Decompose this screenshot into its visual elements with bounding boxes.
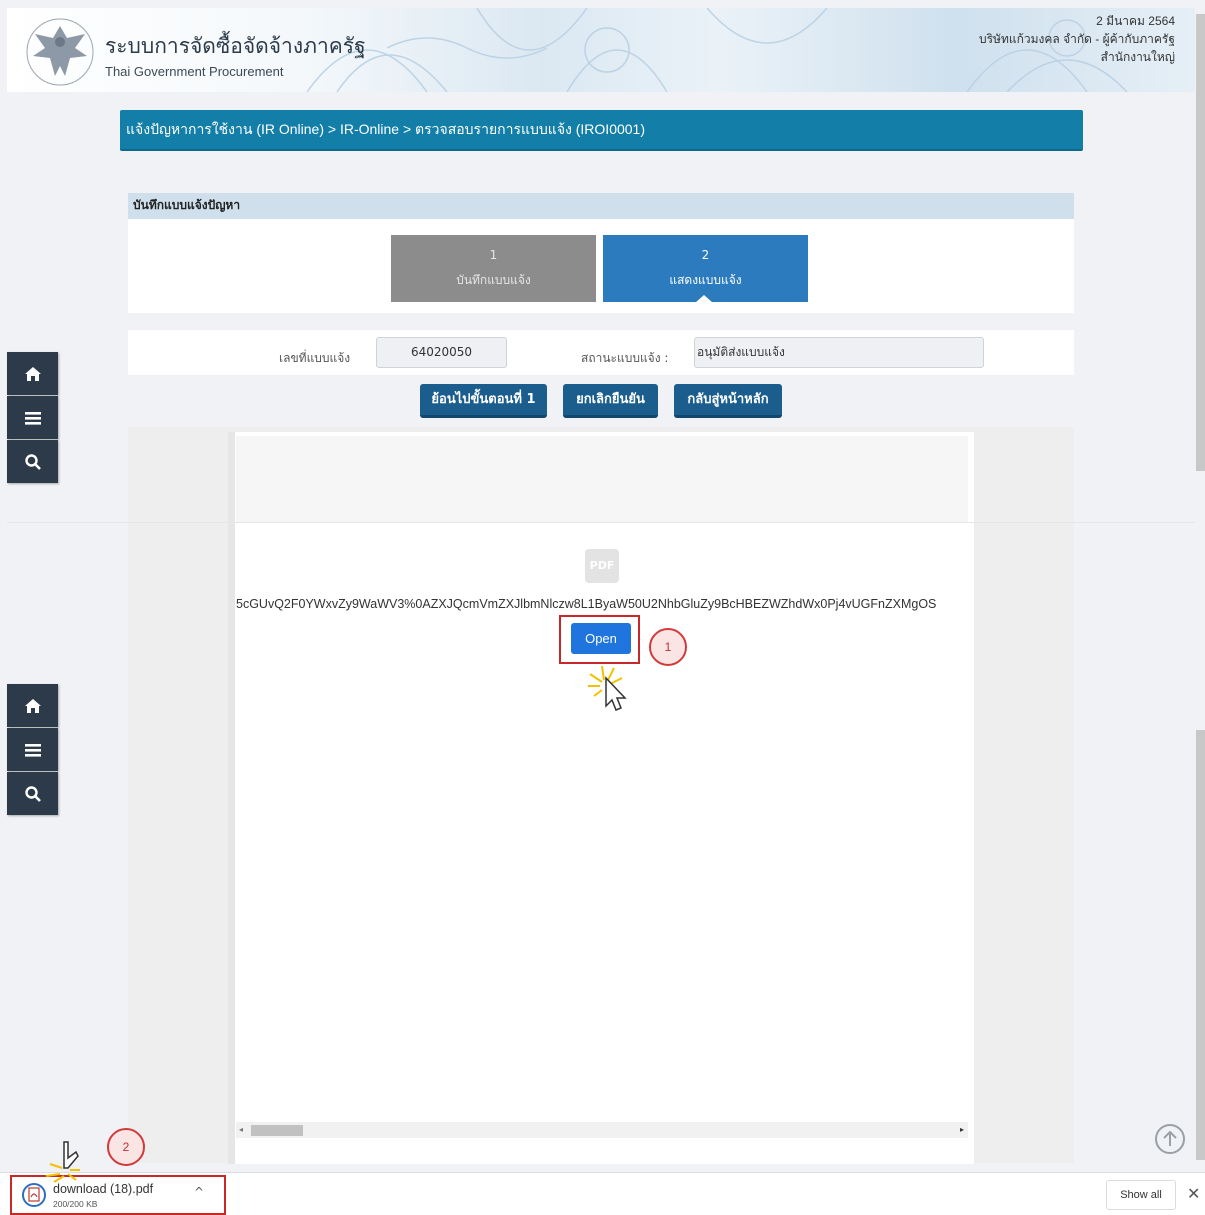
page-scrollbar-thumb[interactable] bbox=[1196, 14, 1205, 471]
chevron-up-icon[interactable]: ^ bbox=[194, 1185, 204, 1199]
divider bbox=[7, 522, 1195, 523]
search-icon bbox=[24, 453, 41, 470]
form-number-label: เลขที่แบบแจ้ง bbox=[279, 351, 351, 365]
download-filename: download (18).pdf bbox=[53, 1182, 154, 1196]
breadcrumb: แจ้งปัญหาการใช้งาน (IR Online) > IR-Onli… bbox=[120, 110, 1083, 151]
back-to-step1-button[interactable]: ย้อนไปขั้นตอนที่ 1 bbox=[420, 384, 547, 418]
pdf-file-icon bbox=[22, 1183, 46, 1207]
scroll-left-arrow-icon[interactable]: ◂ bbox=[239, 1125, 243, 1134]
page-scrollbar-thumb[interactable] bbox=[1196, 730, 1205, 1160]
step-number: 2 bbox=[701, 248, 710, 262]
step-number: 1 bbox=[489, 248, 498, 262]
step-label: แสดงแบบแจ้ง bbox=[669, 273, 742, 287]
menu-button[interactable] bbox=[7, 728, 58, 771]
site-header: ระบบการจัดซื้อจัดจ้างภาครัฐ Thai Governm… bbox=[7, 8, 1195, 92]
company-name: บริษัทแก้วมงคล จำกัด - ผู้ค้ากับภาครัฐ bbox=[978, 32, 1175, 46]
garuda-logo bbox=[26, 18, 94, 86]
branch-name: สำนักงานใหญ่ bbox=[1100, 50, 1175, 64]
pdf-icon: PDF bbox=[585, 549, 619, 583]
arrow-up-icon bbox=[1163, 1130, 1177, 1146]
home-button[interactable] bbox=[7, 352, 58, 395]
scrollbar-thumb[interactable] bbox=[251, 1125, 303, 1136]
open-pdf-button[interactable]: Open bbox=[571, 623, 631, 654]
home-button[interactable] bbox=[7, 684, 58, 727]
search-button[interactable] bbox=[7, 440, 58, 483]
form-status-label: สถานะแบบแจ้ง : bbox=[581, 351, 669, 365]
user-info: 2 มีนาคม 2564 บริษัทแก้วมงคล จำกัด - ผู้… bbox=[979, 12, 1175, 66]
scroll-to-top-button[interactable] bbox=[1155, 1124, 1185, 1154]
menu-icon bbox=[24, 411, 41, 425]
section-title: บันทึกแบบแจ้งปัญหา bbox=[128, 193, 1074, 219]
pdf-viewer-toolbar-area bbox=[236, 436, 968, 522]
search-icon bbox=[24, 785, 41, 802]
step-badge-1: 1 bbox=[649, 628, 687, 666]
menu-button[interactable] bbox=[7, 396, 58, 439]
cursor-icon bbox=[45, 1141, 80, 1183]
pdf-data-url: 5cGUvQ2F0YWxvZy9WaWV3%0AZXJQcmVmZXJlbmNl… bbox=[236, 597, 937, 611]
current-date: 2 มีนาคม 2564 bbox=[1096, 14, 1175, 28]
site-title: ระบบการจัดซื้อจัดจ้างภาครัฐ bbox=[105, 34, 366, 58]
side-nav-top bbox=[7, 352, 58, 484]
form-number-field: 64020050 bbox=[376, 337, 507, 368]
download-size: 200/200 KB bbox=[53, 1199, 98, 1209]
cancel-confirm-button[interactable]: ยกเลิกยืนยัน bbox=[563, 384, 658, 418]
step-badge-2: 2 bbox=[107, 1128, 145, 1166]
home-icon bbox=[24, 366, 41, 381]
form-status-field: อนุมัติส่งแบบแจ้ง bbox=[694, 337, 984, 368]
side-nav-bottom bbox=[7, 684, 58, 816]
horizontal-scrollbar[interactable]: ◂ ▸ bbox=[236, 1122, 968, 1138]
show-all-button[interactable]: Show all bbox=[1106, 1180, 1176, 1210]
search-button[interactable] bbox=[7, 772, 58, 815]
active-step-indicator bbox=[695, 295, 713, 303]
step-1[interactable]: 1 บันทึกแบบแจ้ง bbox=[391, 235, 596, 302]
step-2[interactable]: 2 แสดงแบบแจ้ง bbox=[603, 235, 808, 303]
step-label: บันทึกแบบแจ้ง bbox=[456, 273, 531, 287]
scroll-right-arrow-icon[interactable]: ▸ bbox=[960, 1125, 964, 1134]
site-subtitle: Thai Government Procurement bbox=[105, 64, 284, 79]
stepper-card bbox=[128, 219, 1074, 313]
close-icon[interactable]: ✕ bbox=[1187, 1184, 1200, 1203]
menu-icon bbox=[24, 743, 41, 757]
pdf-viewer bbox=[228, 432, 974, 1164]
home-icon bbox=[24, 698, 41, 713]
cursor-icon bbox=[588, 665, 627, 711]
back-home-button[interactable]: กลับสู่หน้าหลัก bbox=[674, 384, 782, 418]
